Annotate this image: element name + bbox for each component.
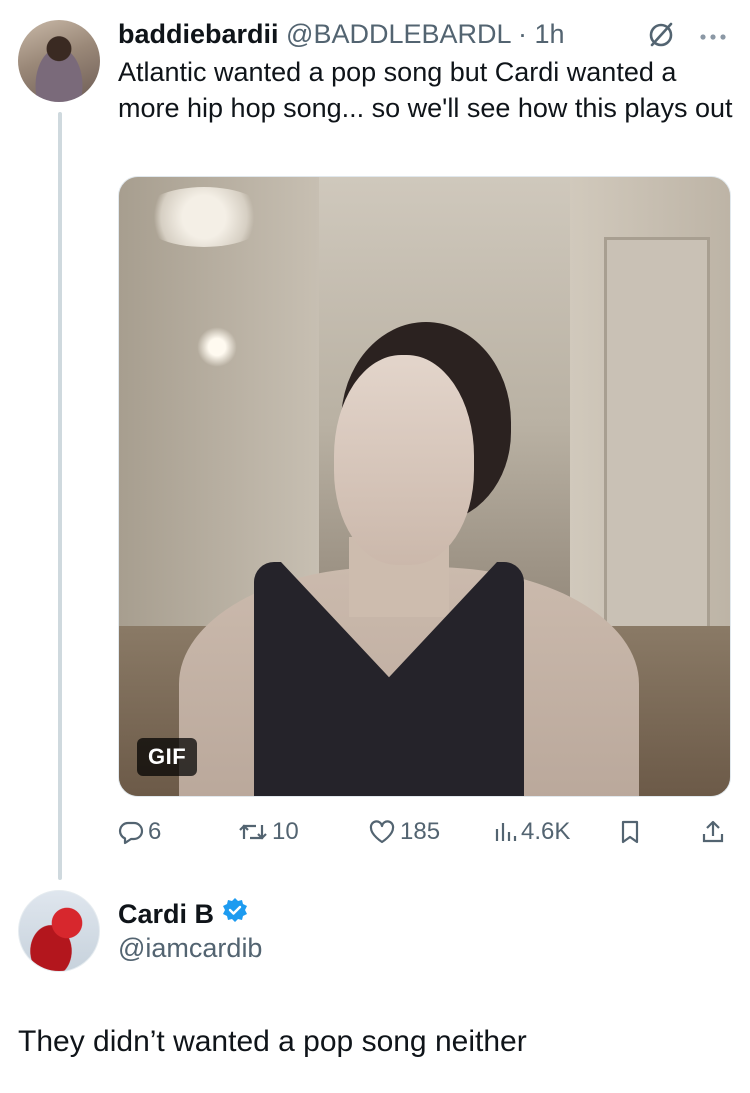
- more-icon[interactable]: [698, 29, 728, 47]
- share-button[interactable]: [700, 812, 726, 852]
- like-icon: [368, 819, 396, 845]
- reply-icon: [118, 819, 144, 845]
- tweet2-name-row: Cardi B: [118, 896, 248, 932]
- media-chandelier: [139, 187, 269, 247]
- share-icon: [700, 819, 726, 845]
- tweet2-header: Cardi B: [118, 896, 248, 932]
- reply-button[interactable]: 6: [118, 812, 161, 852]
- tweet2-handle[interactable]: @iamcardib: [118, 930, 262, 966]
- tweet1-gif-media[interactable]: GIF: [118, 176, 731, 797]
- bookmark-icon: [618, 819, 642, 845]
- tweet1-header: baddiebardii @BADDLEBARDL · 1h: [118, 16, 565, 52]
- views-button[interactable]: 4.6K: [493, 812, 570, 852]
- like-count: 185: [400, 818, 441, 845]
- tweet1-display-name[interactable]: baddiebardii: [118, 19, 279, 49]
- avatar-cardi-b[interactable]: [18, 890, 100, 972]
- reply-count: 6: [148, 818, 162, 845]
- grok-slash-icon[interactable]: [646, 20, 676, 55]
- tweet2-text: They didn’t wanted a pop song neither: [18, 1025, 527, 1058]
- tweet1-header-icons: [646, 20, 728, 55]
- avatar-baddiebardii[interactable]: [18, 20, 100, 102]
- like-button[interactable]: 185: [368, 812, 440, 852]
- tweet1-action-bar: 6 10 185 4.6K: [118, 812, 730, 852]
- views-count: 4.6K: [521, 818, 571, 845]
- thread-connector-line: [58, 112, 62, 880]
- tweet1-text: Atlantic wanted a pop song but Cardi wan…: [118, 57, 733, 123]
- repost-count: 10: [272, 818, 299, 845]
- tweet2-display-name[interactable]: Cardi B: [118, 896, 214, 932]
- bookmark-button[interactable]: [618, 812, 642, 852]
- repost-icon: [238, 819, 268, 845]
- media-person-face: [334, 355, 474, 565]
- tweet1-handle-time[interactable]: @BADDLEBARDL · 1h: [286, 19, 565, 49]
- verified-badge-icon[interactable]: [222, 896, 248, 932]
- media-wall-lamp: [197, 327, 237, 367]
- repost-button[interactable]: 10: [238, 812, 299, 852]
- gif-badge: GIF: [137, 738, 198, 776]
- views-icon: [493, 819, 517, 845]
